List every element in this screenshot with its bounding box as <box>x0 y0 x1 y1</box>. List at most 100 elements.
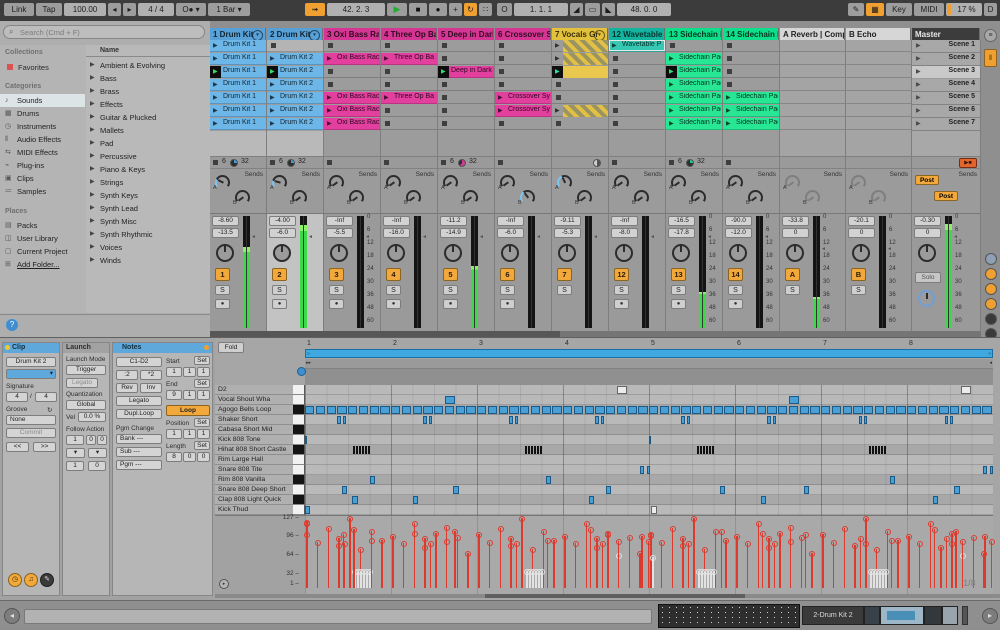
send-b-knob[interactable] <box>577 190 592 205</box>
double-time-button[interactable]: *2 <box>140 370 162 380</box>
quantization-length-menu[interactable]: 1 Bar ▾ <box>208 3 250 16</box>
velocity-stem[interactable] <box>602 543 604 588</box>
midi-note[interactable] <box>954 486 959 494</box>
midi-note[interactable] <box>353 446 355 454</box>
folder-row[interactable]: ▶Piano & Keys <box>86 163 210 176</box>
midi-note[interactable] <box>832 406 841 414</box>
arm-button[interactable]: ● <box>329 299 344 309</box>
velocity-dot[interactable] <box>917 541 923 547</box>
clip-slot[interactable]: ▶Drum Kit 1 <box>210 53 266 65</box>
solo-button[interactable]: S <box>500 285 515 295</box>
arm-button[interactable]: ● <box>443 299 458 309</box>
clip-slot[interactable] <box>609 105 665 117</box>
play-icon[interactable]: ▶ <box>669 94 674 101</box>
velocity-stem[interactable] <box>510 538 512 588</box>
key-map-button[interactable]: Key <box>886 3 912 16</box>
velocity-dot[interactable] <box>971 535 977 541</box>
midi-note[interactable] <box>649 436 651 444</box>
midi-note[interactable] <box>429 416 432 424</box>
clip-stop-button[interactable] <box>556 121 561 126</box>
midi-note[interactable] <box>370 476 375 484</box>
pan-knob[interactable] <box>615 244 633 262</box>
velocity-dot[interactable] <box>760 531 766 537</box>
launch-mode-selector[interactable]: Trigger <box>66 365 106 375</box>
track-activator-button[interactable]: 7 <box>557 268 572 281</box>
launch-legato-button[interactable]: Legato <box>66 378 98 388</box>
send-b-knob[interactable] <box>406 190 421 205</box>
loop-button[interactable]: ▭ <box>585 3 600 16</box>
send-a-knob[interactable] <box>329 175 344 190</box>
clip-slot[interactable] <box>552 79 608 91</box>
velocity-dot[interactable] <box>627 535 633 541</box>
places-item-packs[interactable]: ▤Packs <box>0 219 85 232</box>
arm-button[interactable]: ● <box>671 299 686 309</box>
velocity-stem[interactable] <box>478 534 480 588</box>
volume-handle-icon[interactable]: ◄ <box>536 234 541 240</box>
help-icon[interactable]: ? <box>6 319 18 331</box>
clip-stop-button[interactable] <box>442 121 447 126</box>
peak-level-display[interactable]: -Inf <box>326 216 353 226</box>
device-scroll-handle[interactable] <box>962 606 968 625</box>
track-delay-toggle[interactable] <box>985 313 997 325</box>
midi-note[interactable] <box>552 406 561 414</box>
tap-tempo-button[interactable]: Tap <box>36 3 62 16</box>
midi-note[interactable] <box>617 406 626 414</box>
stop-button[interactable]: ■ <box>409 3 427 16</box>
midi-note[interactable] <box>305 506 310 514</box>
track-activator-button[interactable]: 3 <box>329 268 344 281</box>
peak-level-display[interactable]: -33.8 <box>782 216 809 226</box>
clip-overview[interactable] <box>658 604 800 628</box>
velocity-stem[interactable] <box>590 529 592 588</box>
send-a-knob[interactable] <box>272 175 287 190</box>
track-activator-button[interactable]: 13 <box>671 268 686 281</box>
midi-note[interactable] <box>342 486 347 494</box>
start-set-button[interactable]: Set <box>194 356 210 365</box>
midi-note[interactable] <box>356 446 358 454</box>
clip-slot[interactable] <box>438 40 494 52</box>
midi-note[interactable] <box>423 406 432 414</box>
midi-note[interactable] <box>391 406 400 414</box>
velocity-stem[interactable] <box>575 543 577 588</box>
velocity-stem[interactable] <box>661 542 663 588</box>
clip-slot[interactable] <box>381 79 437 91</box>
velocity-dot[interactable] <box>369 538 375 544</box>
midi-note[interactable] <box>681 406 690 414</box>
send-a-knob[interactable] <box>728 175 743 190</box>
pan-knob[interactable] <box>330 244 348 262</box>
clip-slot[interactable]: ▶Deep in Dark <box>438 66 494 78</box>
midi-note[interactable] <box>305 436 307 444</box>
volume-display[interactable]: -13.5 <box>212 228 239 238</box>
velocity-dot[interactable] <box>539 569 545 575</box>
length-beat[interactable]: 0 <box>183 452 196 462</box>
midi-note[interactable] <box>528 446 530 454</box>
velocity-stem[interactable] <box>768 538 770 588</box>
length-sixteenth[interactable]: 0 <box>197 452 210 462</box>
quantize-menu[interactable]: O● ▾ <box>176 3 206 16</box>
send-b-post-toggle[interactable]: Post <box>934 191 958 201</box>
clip-stop-button[interactable] <box>670 43 675 48</box>
clip-stop-button[interactable] <box>270 160 275 165</box>
signature-numerator[interactable]: 4 <box>6 392 28 402</box>
clip-stop-button[interactable] <box>556 95 561 100</box>
sidebar-item-sounds[interactable]: ♪Sounds <box>0 94 85 107</box>
midi-note[interactable] <box>531 406 540 414</box>
clip-slot[interactable] <box>609 79 665 91</box>
legato-button[interactable]: Legato <box>116 396 162 406</box>
bank-selector[interactable]: Bank --- <box>116 434 162 444</box>
arrangement-position-display[interactable]: 42. 2. 3 <box>327 3 385 16</box>
velocity-dot[interactable] <box>646 539 652 545</box>
clip-slot[interactable] <box>381 66 437 78</box>
velocity-dot[interactable] <box>444 539 450 545</box>
velocity-stem[interactable] <box>446 541 448 588</box>
position-beat[interactable]: 1 <box>183 429 196 439</box>
clip-slot[interactable] <box>723 79 779 91</box>
track-activator-button[interactable]: 5 <box>443 268 458 281</box>
midi-note[interactable] <box>359 406 368 414</box>
volume-display[interactable]: 0 <box>848 228 875 238</box>
midi-note[interactable] <box>466 406 475 414</box>
clip-slot[interactable] <box>438 79 494 91</box>
play-icon[interactable]: ▶ <box>555 42 560 49</box>
places-item-add-folder-[interactable]: ⊞Add Folder... <box>0 258 85 271</box>
midi-note[interactable] <box>767 416 770 424</box>
midi-note[interactable] <box>520 406 529 414</box>
